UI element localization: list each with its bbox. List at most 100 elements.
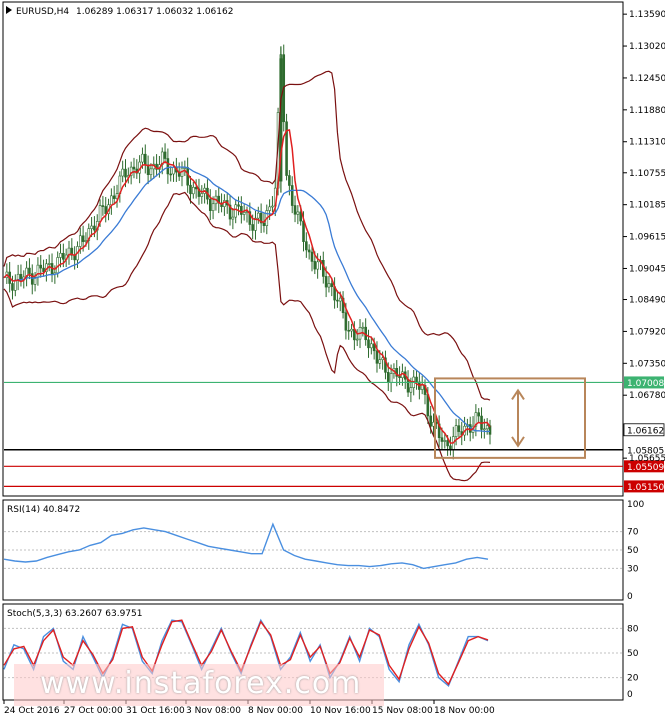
level-label-1.05150: 1.05150: [627, 483, 664, 493]
price-tick-label: 1.10185: [629, 201, 665, 211]
candle-body: [313, 261, 317, 270]
candle-body: [163, 151, 167, 159]
candle-body: [231, 216, 235, 220]
candle-body: [477, 412, 480, 417]
level-label-1.05509: 1.05509: [627, 463, 664, 473]
time-label: 15 Nov 08:00: [372, 706, 433, 716]
time-label: 3 Nov 08:00: [186, 706, 241, 716]
candle-body: [483, 428, 486, 431]
ohlc-label: 1.06289 1.06317 1.06032 1.06162: [76, 7, 233, 17]
candle-body: [446, 440, 449, 447]
candle-body: [186, 167, 189, 186]
time-label: 24 Oct 2016: [4, 706, 60, 716]
price-tick-label: 1.06780: [629, 391, 665, 401]
watermark-text: www.instaforex.com: [40, 666, 362, 701]
candle-body: [443, 440, 447, 442]
rsi-tick-label: 100: [627, 500, 644, 510]
candle-body: [367, 339, 370, 349]
candle-body: [344, 312, 348, 331]
candle-body: [110, 195, 113, 206]
candle-body: [240, 206, 243, 215]
candle-body: [338, 297, 342, 302]
candle-body: [378, 359, 382, 364]
chart-window: 1.07008 1.06162 1.05805 1.05509 1.05150 1.135…: [0, 0, 665, 720]
candle-body: [262, 222, 266, 226]
candle-body: [406, 378, 410, 393]
candle-body: [208, 198, 212, 211]
price-tick-label: 1.11310: [629, 138, 665, 148]
price-tick-label: 1.11880: [629, 106, 665, 116]
candle-body: [62, 252, 65, 260]
chart-canvas: 1.070081.061621.058051.055091.051501.135…: [2, 1, 665, 716]
time-label: 18 Nov 00:00: [434, 706, 495, 716]
candle-body: [39, 264, 43, 269]
level-label-1.07008: 1.07008: [627, 379, 664, 389]
rsi-tick-label: 50: [627, 546, 639, 556]
candle-body: [327, 283, 331, 288]
rsi-header: RSI(14) 40.8472: [7, 505, 80, 515]
candle-body: [310, 251, 314, 262]
candle-body: [47, 263, 51, 265]
candle-body: [169, 173, 173, 176]
candle-body: [172, 166, 175, 175]
candle-body: [293, 205, 297, 215]
candle-body: [290, 185, 294, 206]
stoch-header: Stoch(5,3,3) 63.2607 63.9751: [7, 609, 142, 619]
candle-body: [242, 212, 246, 215]
candle-body: [271, 205, 274, 208]
candle-body: [121, 168, 124, 177]
candle-body: [59, 252, 62, 258]
candle-body: [234, 204, 237, 218]
candle-body: [143, 153, 147, 166]
candle-body: [132, 166, 136, 170]
stoch-tick-label: 0: [627, 690, 633, 700]
candle-body: [302, 220, 305, 242]
candle-body: [192, 186, 195, 195]
candle-body: [101, 205, 105, 207]
candle-body: [288, 175, 291, 186]
symbol-label: EURUSD,H4: [16, 7, 69, 17]
stoch-tick-label: 50: [627, 649, 639, 659]
candle-body: [141, 153, 144, 163]
candle-body: [330, 283, 334, 287]
rsi-tick-label: 0: [627, 592, 633, 602]
candle-body: [347, 329, 351, 332]
candle-body: [485, 425, 489, 430]
rsi-tick-label: 30: [627, 564, 639, 574]
candle-body: [420, 384, 424, 390]
candle-body: [429, 415, 432, 427]
candle-body: [350, 328, 353, 332]
rsi-tick-label: 70: [627, 528, 639, 538]
candle-body: [90, 225, 93, 229]
candle-body: [112, 195, 116, 199]
price-tick-label: 1.10755: [629, 169, 665, 179]
candle-body: [11, 283, 14, 291]
candle-body: [296, 211, 300, 215]
candle-body: [93, 225, 96, 231]
candle-body: [251, 224, 254, 231]
price-tick-label: 1.13590: [629, 10, 665, 20]
price-tick-label: 1.13020: [629, 42, 665, 52]
candle-body: [84, 240, 88, 242]
candle-body: [355, 338, 359, 341]
candle-body: [324, 276, 328, 288]
stoch-tick-label: 20: [627, 674, 639, 684]
candle-body: [398, 376, 401, 379]
candle-body: [454, 425, 458, 437]
time-label: 27 Oct 00:00: [64, 706, 123, 716]
candle-body: [211, 203, 215, 211]
candle-body: [166, 158, 170, 175]
candle-body: [36, 264, 40, 278]
candle-body: [149, 168, 153, 175]
candle-body: [440, 437, 444, 442]
candle-body: [336, 299, 339, 302]
candle-body: [305, 241, 308, 251]
price-tick-label: 1.05655: [629, 454, 665, 464]
price-tick-label: 1.12450: [629, 74, 665, 84]
candle-body: [14, 279, 17, 291]
candle-body: [189, 184, 192, 195]
candle-body: [28, 267, 31, 274]
level-label-1.06162: 1.06162: [627, 426, 664, 436]
price-tick-label: 1.09615: [629, 233, 665, 243]
time-label: 31 Oct 16:00: [126, 706, 185, 716]
